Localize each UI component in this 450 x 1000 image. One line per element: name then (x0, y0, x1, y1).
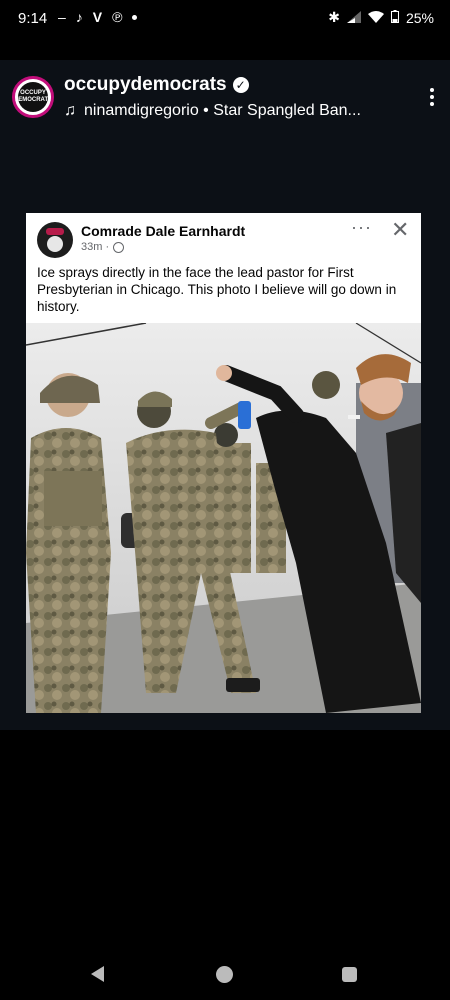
reel-container[interactable]: OCCUPY DEMOCRATS occupydemocrats ✓ ♫ nin… (0, 60, 450, 730)
post-header: Comrade Dale Earnhardt 33m · ··· ✕ Ice s… (26, 213, 421, 323)
bluetooth-icon: ✱ (328, 9, 340, 25)
post-author: Comrade Dale Earnhardt (81, 223, 246, 239)
account-name[interactable]: occupydemocrats (64, 74, 227, 96)
post-close-icon: ✕ (391, 217, 410, 242)
status-bar: 9:14 – ♪ V ℗ ✱ 25% (0, 0, 450, 38)
notification-icons: – ♪ V ℗ (58, 9, 138, 25)
avatar-logo: OCCUPY DEMOCRATS (15, 82, 51, 112)
audio-label[interactable]: ninamdigregorio • Star Spangled Ban... (84, 102, 361, 120)
post-meta: 33m · (81, 241, 125, 253)
clock: 9:14 (18, 10, 48, 27)
embedded-post: Comrade Dale Earnhardt 33m · ··· ✕ Ice s… (26, 213, 421, 713)
system-icons: ✱ 25% (328, 9, 434, 26)
post-more-icon: ··· (351, 217, 372, 237)
account-row[interactable]: occupydemocrats ✓ (64, 74, 249, 96)
music-note-icon: ♫ (64, 102, 76, 119)
back-icon[interactable] (91, 966, 104, 982)
post-time: 33m · (81, 241, 110, 253)
post-text: Ice sprays directly in the face the lead… (37, 265, 397, 314)
home-icon[interactable] (216, 966, 233, 983)
tiktok-icon: ♪ (75, 9, 83, 25)
system-navigation-bar (0, 950, 450, 1000)
dash-icon: – (58, 9, 66, 25)
signal-icon (346, 10, 361, 26)
account-avatar[interactable]: OCCUPY DEMOCRATS (12, 76, 54, 118)
wifi-icon (367, 10, 384, 26)
globe-icon (113, 241, 125, 253)
audio-row[interactable]: ♫ ninamdigregorio • Star Spangled Ban... (64, 102, 361, 120)
dot-icon (132, 14, 138, 20)
battery-level: 25% (405, 9, 434, 26)
recents-icon[interactable] (342, 967, 357, 982)
post-author-avatar (37, 222, 73, 258)
reel-header: OCCUPY DEMOCRATS occupydemocrats ✓ ♫ nin… (0, 60, 450, 140)
venmo-icon: V (92, 9, 103, 25)
verified-badge-icon: ✓ (232, 77, 249, 93)
more-options-icon[interactable] (430, 88, 434, 106)
pinterest-icon: ℗ (112, 9, 123, 25)
post-photo (26, 323, 421, 713)
battery-icon (390, 9, 399, 26)
